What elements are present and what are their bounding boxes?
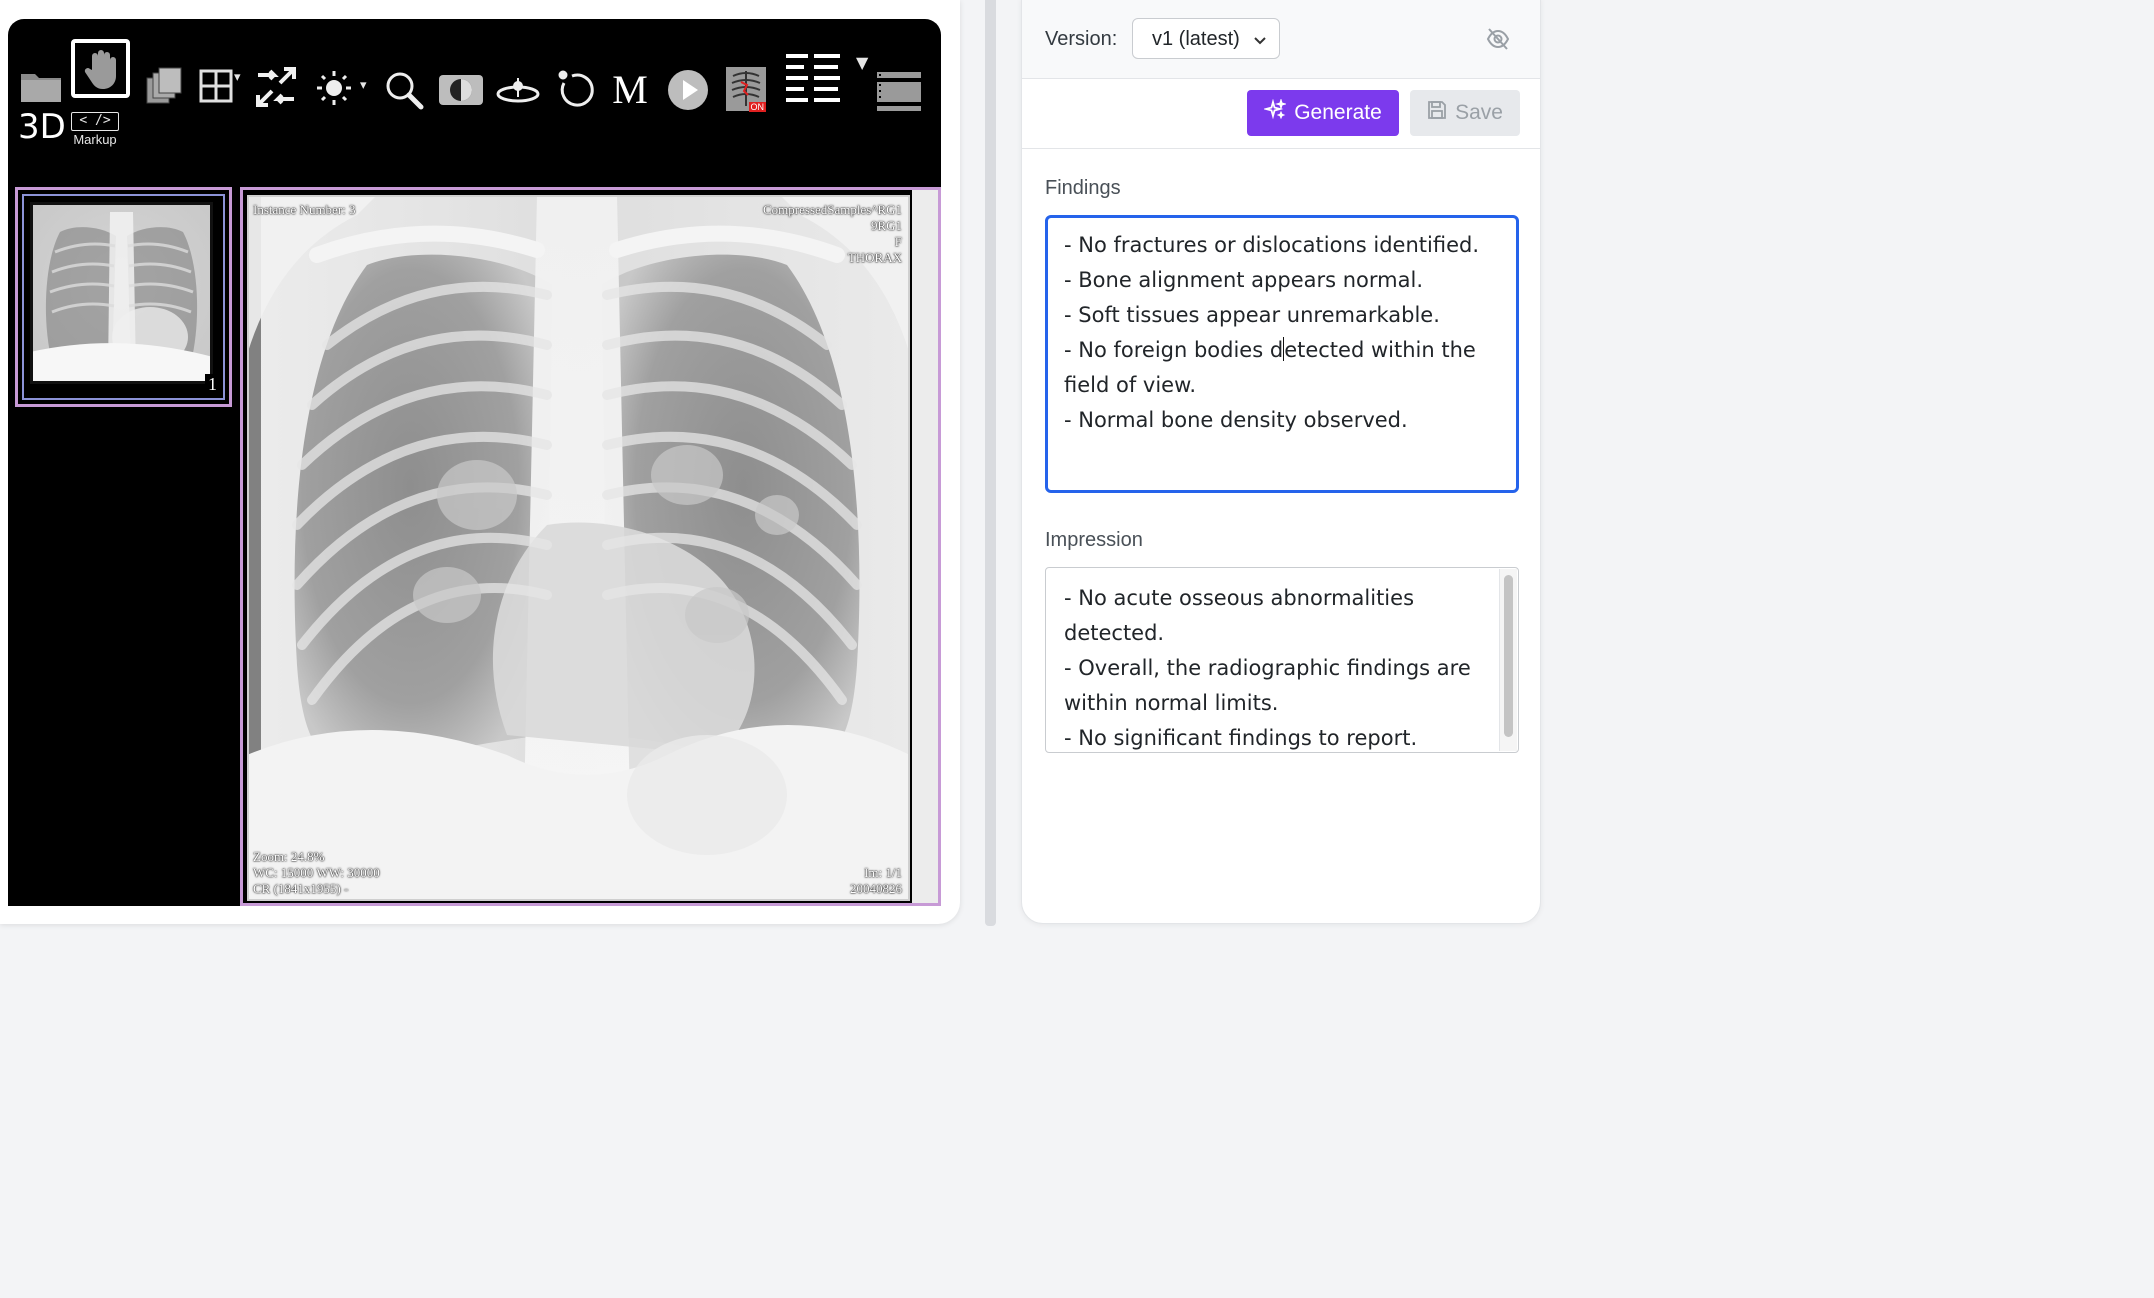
floppy-disk-icon <box>1427 100 1447 126</box>
window-level-dropdown-caret[interactable]: ▾ <box>360 79 367 92</box>
save-button[interactable]: Save <box>1410 90 1520 136</box>
impression-label: Impression <box>1045 529 1143 551</box>
chevron-down-icon <box>1253 31 1267 54</box>
stack-icon[interactable] <box>874 69 924 113</box>
impression-scrollbar-track[interactable] <box>1499 569 1517 751</box>
overlay-zoom: Zoom: 24.8% <box>253 849 325 864</box>
overlay-modality-size: CR (1841x1955) - <box>253 881 349 896</box>
markup-symbol: < /> <box>71 112 119 131</box>
overlay-study-date: 20040826 <box>850 881 902 896</box>
overlay-patient-sex: F <box>894 234 902 249</box>
version-label: Version: <box>1045 28 1118 50</box>
overlay-instance-number: Instance Number: 3 <box>253 202 356 217</box>
ai-icon[interactable]: ON <box>724 65 768 113</box>
impression-line: - No acute osseous abnormalities <box>1064 586 1415 610</box>
impression-line: within normal limits. <box>1064 691 1279 715</box>
findings-line: - Bone alignment appears normal. <box>1064 268 1424 292</box>
findings-label: Findings <box>1045 177 1121 199</box>
report-actions: Generate Save <box>1022 79 1540 149</box>
rotate3d-icon[interactable] <box>494 71 542 109</box>
findings-line: - Normal bone density observed. <box>1064 408 1408 432</box>
overlay-body-part: THORAX <box>847 250 902 265</box>
version-select-value: v1 (latest) <box>1152 28 1240 50</box>
overlay-image-index: Im: 1/1 <box>864 865 902 880</box>
zoom-icon[interactable] <box>382 67 426 113</box>
viewer-toolbar: ▾ ▾ M ON ▼ 3D < /> Markup <box>8 19 941 187</box>
findings-line-part: etected within the <box>1284 338 1476 362</box>
viewer-card: ▾ ▾ M ON ▼ 3D < /> Markup 1 Instance Num… <box>0 0 960 924</box>
window-level-icon[interactable] <box>314 67 354 109</box>
findings-line: - No fractures or dislocations identifie… <box>1064 233 1479 257</box>
thumbnail-image <box>30 202 213 384</box>
dicom-viewer: ▾ ▾ M ON ▼ 3D < /> Markup 1 Instance Num… <box>8 19 941 906</box>
markup-label: Markup <box>73 132 117 147</box>
eye-slash-icon[interactable] <box>1486 28 1510 55</box>
chest-xray-image <box>247 195 910 901</box>
markup-button[interactable]: < /> Markup <box>70 112 120 148</box>
sparkles-icon <box>1262 97 1288 127</box>
cine-play-icon[interactable] <box>666 68 710 112</box>
series-thumbnail[interactable]: 1 <box>15 187 232 407</box>
viewport-scrollbar[interactable] <box>912 190 938 903</box>
generate-button[interactable]: Generate <box>1247 90 1399 136</box>
fit-icon[interactable] <box>252 63 300 111</box>
report-panel: Version: v1 (latest) Generate Save Findi… <box>1021 0 1541 924</box>
folder-icon[interactable] <box>18 63 64 109</box>
findings-line: - Soft tissues appear unremarkable. <box>1064 303 1440 327</box>
invert-icon[interactable] <box>437 71 485 109</box>
impression-line: - Overall, the radiographic findings are <box>1064 656 1471 680</box>
metadata-icon[interactable] <box>780 51 844 111</box>
findings-line: field of view. <box>1064 373 1197 397</box>
version-bar: Version: v1 (latest) <box>1022 0 1540 79</box>
image-viewport[interactable]: Instance Number: 3 CompressedSamples^RG1… <box>240 187 941 906</box>
findings-line-with-cursor: - No foreign bodies detected within the <box>1064 333 1516 368</box>
overlay-patient-info: CompressedSamples^RG1 9RG1 F THORAX <box>763 202 902 266</box>
version-select[interactable]: v1 (latest) <box>1132 18 1280 59</box>
pan-icon[interactable] <box>71 39 130 98</box>
findings-textarea[interactable]: - No fractures or dislocations identifie… <box>1045 215 1519 493</box>
reset-icon[interactable] <box>553 67 597 113</box>
overlay-patient-id: 9RG1 <box>870 218 902 233</box>
overlay-image-info: Im: 1/1 20040826 <box>850 865 902 897</box>
overlay-window-level: WC: 15000 WW: 30000 <box>253 865 380 880</box>
layout-dropdown-caret[interactable]: ▾ <box>234 71 241 84</box>
panel-resize-handle[interactable] <box>985 0 996 926</box>
findings-line-part: - No foreign bodies d <box>1064 338 1284 362</box>
three-d-button[interactable]: 3D <box>18 110 66 144</box>
thumbnail-inner: 1 <box>22 194 225 400</box>
impression-line: detected. <box>1064 621 1165 645</box>
generate-label: Generate <box>1294 101 1382 124</box>
impression-textarea[interactable]: - No acute osseous abnormalities detecte… <box>1045 567 1519 753</box>
impression-line: - No significant findings to report. <box>1064 726 1418 750</box>
metadata-dropdown-caret[interactable]: ▼ <box>856 55 868 71</box>
overlay-patient-name: CompressedSamples^RG1 <box>763 202 902 217</box>
overlay-view-info: Zoom: 24.8% WC: 15000 WW: 30000 CR (1841… <box>253 849 380 897</box>
impression-scrollbar-thumb[interactable] <box>1504 575 1513 737</box>
layout-icon[interactable] <box>196 63 236 109</box>
save-label: Save <box>1455 101 1503 124</box>
series-icon[interactable] <box>141 63 187 109</box>
magnify-icon[interactable]: M <box>608 65 652 113</box>
thumbnail-number: 1 <box>205 374 220 394</box>
ai-on-badge: ON <box>748 102 766 112</box>
